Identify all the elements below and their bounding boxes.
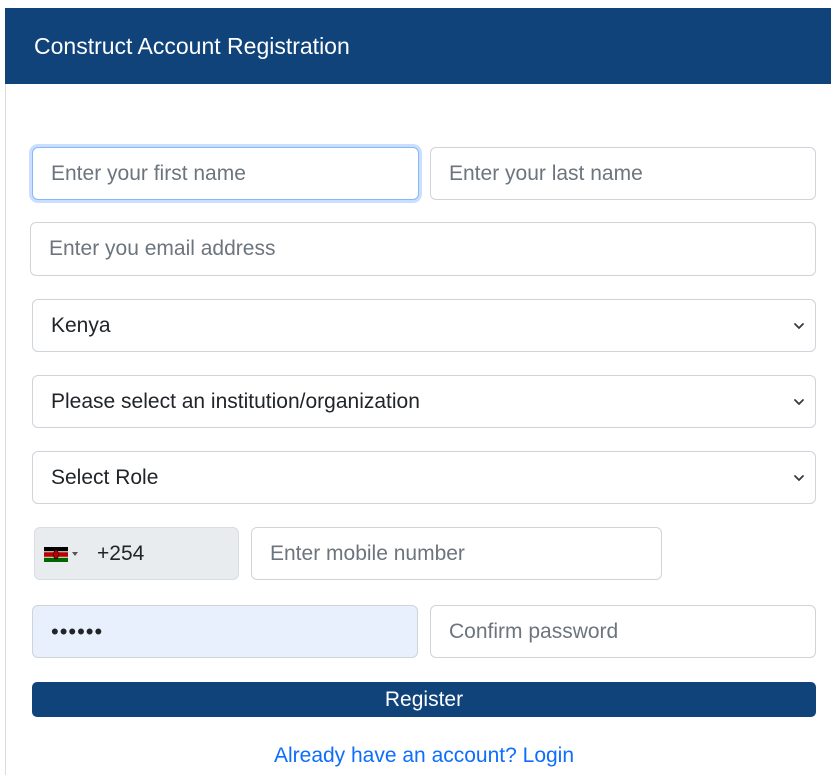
chevron-down-icon — [794, 474, 804, 481]
email-placeholder: Enter you email address — [49, 237, 276, 260]
card-border — [5, 84, 6, 775]
country-select[interactable]: Kenya — [32, 299, 816, 352]
password-value: •••••• — [51, 619, 104, 644]
confirm-password-placeholder: Confirm password — [449, 620, 619, 643]
page-title: Construct Account Registration — [34, 33, 350, 59]
country-code-selector[interactable]: +254 — [34, 527, 239, 580]
page-header: Construct Account Registration — [5, 8, 831, 84]
last-name-input[interactable]: Enter your last name — [430, 147, 816, 200]
kenya-flag-icon — [44, 547, 68, 562]
mobile-placeholder: Enter mobile number — [270, 542, 465, 565]
role-select[interactable]: Select Role — [32, 451, 816, 504]
role-selected-value: Select Role — [51, 466, 159, 489]
dial-code: +254 — [97, 542, 145, 565]
institution-selected-value: Please select an institution/organizatio… — [51, 390, 420, 413]
mobile-number-input[interactable]: Enter mobile number — [251, 527, 662, 580]
institution-select[interactable]: Please select an institution/organizatio… — [32, 375, 816, 428]
first-name-placeholder: Enter your first name — [51, 162, 246, 185]
confirm-password-input[interactable]: Confirm password — [430, 605, 816, 658]
login-link[interactable]: Already have an account? Login — [0, 744, 831, 768]
country-selected-value: Kenya — [51, 314, 111, 337]
first-name-input[interactable]: Enter your first name — [32, 147, 419, 200]
last-name-placeholder: Enter your last name — [449, 162, 643, 185]
caret-down-icon — [72, 552, 78, 556]
chevron-down-icon — [794, 322, 804, 329]
email-input[interactable]: Enter you email address — [30, 222, 816, 276]
chevron-down-icon — [794, 398, 804, 405]
password-input[interactable]: •••••• — [32, 605, 418, 658]
register-button[interactable]: Register — [32, 682, 816, 717]
